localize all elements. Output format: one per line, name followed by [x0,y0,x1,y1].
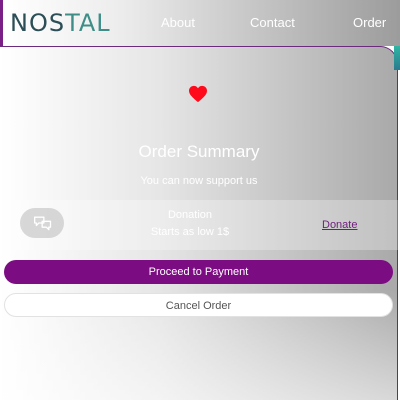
order-summary-card: Order Summary You can now support us Don… [0,46,398,400]
brand-logo[interactable]: NOSTAL [10,9,111,37]
support-subtitle: You can now support us [140,175,258,187]
cancel-order-button[interactable]: Cancel Order [4,293,393,317]
heart-icon [189,85,207,103]
nav-link-about[interactable]: About [161,15,195,30]
logo-text-part1: NOS [10,9,66,37]
nav-link-order[interactable]: Order [353,15,386,30]
donation-title: Donation [167,209,213,221]
donate-link[interactable]: Donate [322,219,357,231]
donation-subtitle: Starts as low 1$ [150,226,230,238]
logo-text-part2: TAL [65,9,111,37]
chat-bubbles-icon [34,216,52,231]
nav-link-contact[interactable]: Contact [250,15,295,30]
navbar-edge-accent [394,46,400,70]
proceed-to-payment-button[interactable]: Proceed to Payment [4,260,393,284]
order-summary-title: Order Summary [138,142,260,161]
donation-box: Donation Starts as low 1$ Donate [0,200,398,250]
top-navbar: NOSTAL About Contact Order [0,0,400,46]
chat-icon-badge [20,208,64,238]
